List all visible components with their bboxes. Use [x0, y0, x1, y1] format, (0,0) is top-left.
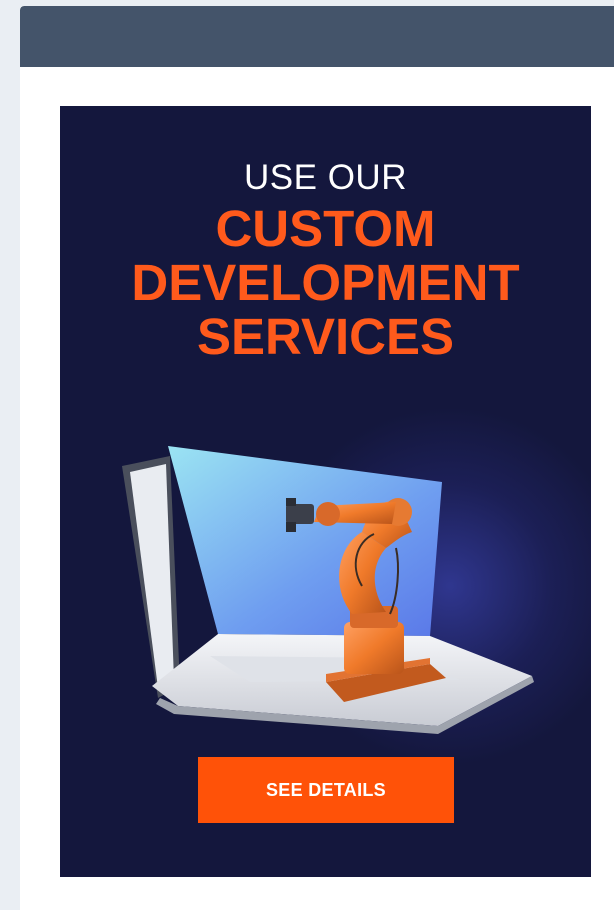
- banner-headline: CUSTOM DEVELOPMENT SERVICES: [60, 202, 591, 364]
- banner-eyebrow: USE OUR: [244, 158, 407, 197]
- headline-line-2: DEVELOPMENT: [131, 254, 520, 311]
- card-header-bar: [20, 6, 614, 67]
- promo-banner[interactable]: USE OUR CUSTOM DEVELOPMENT SERVICES SEE …: [60, 106, 591, 877]
- page: USE OUR CUSTOM DEVELOPMENT SERVICES SEE …: [0, 0, 614, 910]
- see-details-button[interactable]: SEE DETAILS: [198, 757, 454, 823]
- headline-line-3: SERVICES: [197, 308, 454, 365]
- laptop-robot-arm-image: [122, 446, 534, 734]
- headline-line-1: CUSTOM: [215, 200, 436, 257]
- content-card: USE OUR CUSTOM DEVELOPMENT SERVICES SEE …: [20, 6, 614, 910]
